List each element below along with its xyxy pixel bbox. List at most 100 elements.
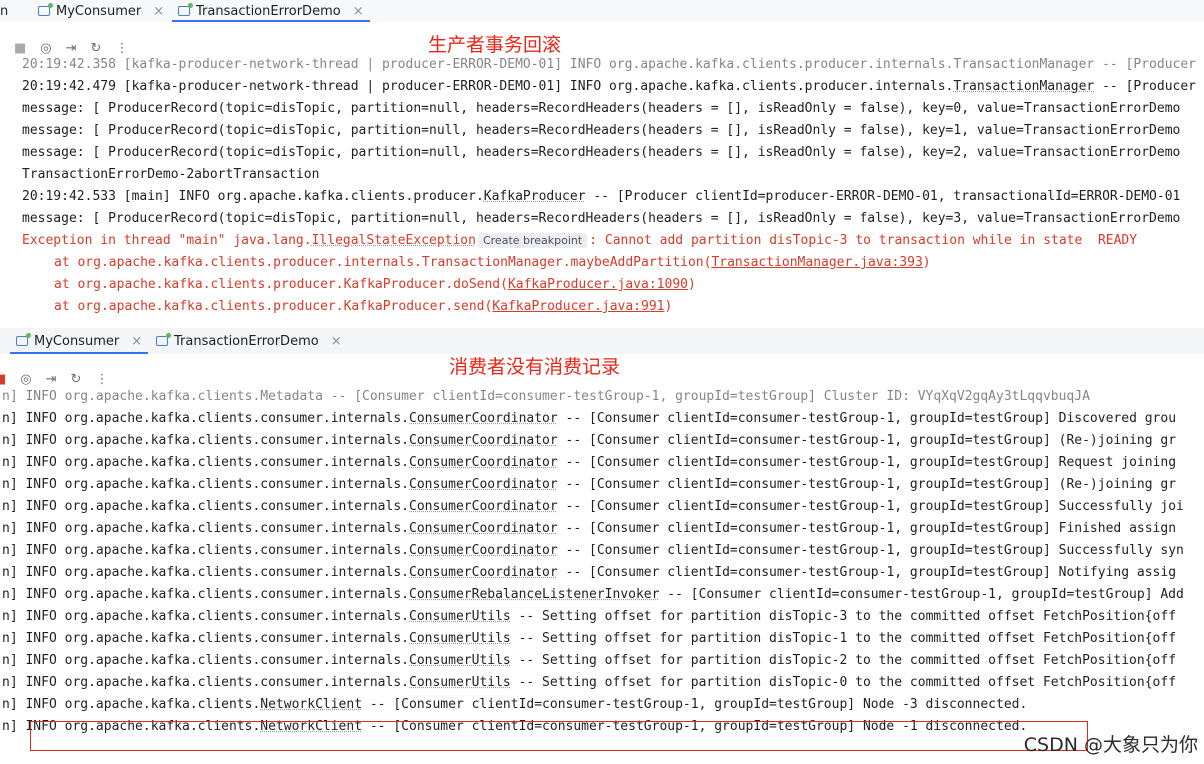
class-link[interactable]: ConsumerUtils (409, 675, 511, 690)
console-line: n] INFO org.apache.kafka.clients.consume… (0, 650, 1204, 672)
close-icon[interactable]: × (353, 4, 364, 19)
class-link[interactable]: ConsumerCoordinator (409, 543, 558, 558)
class-link[interactable]: ConsumerUtils (409, 653, 511, 668)
console-line: n] INFO org.apache.kafka.clients.Metadat… (2, 389, 1090, 404)
consumer-console-panel: MyConsumer × TransactionErrorDemo × ■ ◎ … (0, 328, 1204, 764)
stacktrace-link[interactable]: KafkaProducer.java:1090 (508, 277, 688, 292)
stop-icon[interactable]: ■ (0, 372, 6, 387)
console-line: message: [ ProducerRecord(topic=disTopic… (0, 120, 1204, 142)
class-link[interactable]: ConsumerCoordinator (409, 521, 558, 536)
line-text: at org.apache.kafka.clients.producer.Kaf… (54, 299, 493, 314)
console-line: at org.apache.kafka.clients.producer.Kaf… (0, 274, 1204, 296)
tab-label: MyConsumer (34, 333, 120, 349)
line-text: n] INFO org.apache.kafka.clients.consume… (2, 587, 409, 602)
console-line: TransactionErrorDemo-2abortTransaction (0, 164, 1204, 186)
consumer-console-output: n] INFO org.apache.kafka.clients.Metadat… (0, 386, 1204, 738)
console-line: message: [ ProducerRecord(topic=disTopic… (0, 142, 1204, 164)
class-link[interactable]: ConsumerCoordinator (409, 411, 558, 426)
class-link[interactable]: ConsumerCoordinator (409, 499, 558, 514)
line-text: n] INFO org.apache.kafka.clients.consume… (2, 653, 409, 668)
watermark: CSDN @大象只为你 (1023, 734, 1198, 756)
class-link[interactable]: IllegalStateException (312, 233, 476, 248)
line-text: -- [Consumer clientId=consumer-testGroup… (362, 697, 1028, 712)
tab-label: TransactionErrorDemo (174, 333, 319, 349)
stacktrace-link[interactable]: KafkaProducer.java:991 (492, 299, 664, 314)
tab-myconsumer[interactable]: MyConsumer × (9, 328, 149, 354)
restore-layout-icon[interactable]: ↻ (71, 372, 82, 387)
line-text: n] INFO org.apache.kafka.clients.consume… (2, 675, 409, 690)
line-text: -- Setting offset for partition disTopic… (510, 631, 1177, 646)
console-line: n] INFO org.apache.kafka.clients.consume… (0, 606, 1204, 628)
line-text: -- [Consumer clientId=consumer-testGroup… (557, 411, 1177, 426)
line-text: -- [Consumer clientId=consumer-testGroup… (557, 433, 1177, 448)
line-text: n] INFO org.apache.kafka.clients.consume… (2, 609, 409, 624)
line-text: message: [ ProducerRecord(topic=disTopic… (22, 123, 1181, 138)
line-text: -- [Consumer clientId=consumer-testGroup… (557, 455, 1177, 470)
line-text: -- [Consumer clientId=consumer-testGroup… (557, 521, 1177, 536)
line-text: message: [ ProducerRecord(topic=disTopic… (22, 145, 1181, 160)
line-text: at org.apache.kafka.clients.producer.Kaf… (54, 277, 508, 292)
class-link[interactable]: ConsumerUtils (409, 631, 511, 646)
console-line: n] INFO org.apache.kafka.clients.consume… (0, 496, 1204, 518)
class-link[interactable]: KafkaProducer (484, 189, 586, 204)
line-text: 20:19:42.479 [kafka-producer-network-thr… (22, 79, 954, 94)
line-text: ) (664, 299, 673, 314)
line-text: 20:19:42.533 [main] INFO org.apache.kafk… (22, 189, 484, 204)
console-line: n] INFO org.apache.kafka.clients.Network… (0, 694, 1204, 716)
run-config-icon (178, 3, 193, 16)
class-link[interactable]: TransactionManager (953, 79, 1094, 94)
line-text: -- Setting offset for partition disTopic… (510, 609, 1177, 624)
tab-transactionerrordemo[interactable]: TransactionErrorDemo × (156, 328, 342, 354)
more-icon[interactable]: ⋮ (95, 372, 108, 387)
line-text: n] INFO org.apache.kafka.clients.consume… (2, 477, 409, 492)
line-text: -- [Consumer clientId=consumer-testGroup… (557, 565, 1177, 580)
close-icon[interactable]: × (131, 334, 142, 349)
line-text: Exception in thread "main" java.lang. (22, 233, 312, 248)
class-link[interactable]: ConsumerUtils (409, 609, 511, 624)
line-text: ) (687, 277, 696, 292)
line-text: at org.apache.kafka.clients.producer.int… (54, 255, 712, 270)
line-text: n] INFO org.apache.kafka.clients.consume… (2, 565, 409, 580)
line-text: n] INFO org.apache.kafka.clients.consume… (2, 543, 409, 558)
line-text: ) (922, 255, 931, 270)
console-line: 20:19:42.358 [kafka-producer-network-thr… (22, 57, 1196, 72)
line-text: n] INFO org.apache.kafka.clients.consume… (2, 521, 409, 536)
console-line: message: [ ProducerRecord(topic=disTopic… (0, 98, 1204, 120)
class-link[interactable]: ConsumerCoordinator (409, 565, 558, 580)
run-tab-bar: MyConsumer × TransactionErrorDemo × (0, 328, 1204, 354)
class-link[interactable]: ConsumerCoordinator (409, 433, 558, 448)
tab-myconsumer[interactable]: MyConsumer × (38, 0, 164, 22)
run-tab-bar: n MyConsumer × TransactionErrorDemo × (0, 0, 1204, 22)
class-link[interactable]: ConsumerRebalanceListenerInvoker (409, 587, 659, 602)
line-text: n] INFO org.apache.kafka.clients. (2, 697, 261, 712)
annotation-producer-rollback: 生产者事务回滚 (428, 34, 562, 56)
tab-transactionerrordemo[interactable]: TransactionErrorDemo × (172, 0, 370, 22)
class-link[interactable]: ConsumerCoordinator (409, 477, 558, 492)
close-icon[interactable]: × (331, 334, 342, 349)
class-link[interactable]: ConsumerCoordinator (409, 455, 558, 470)
line-text: n] INFO org.apache.kafka.clients.consume… (2, 499, 409, 514)
line-text: -- [Consumer clientId=consumer-testGroup… (557, 499, 1184, 514)
create-breakpoint-tooltip[interactable]: Create breakpoint (477, 233, 588, 248)
tab-left-fragment[interactable]: n (0, 0, 8, 22)
line-text: -- [Producer clientId=producer-ERROR-DEM… (585, 189, 1181, 204)
class-link[interactable]: NetworkClient (260, 697, 362, 712)
line-text: -- [Consumer clientId=consumer-testGroup… (659, 587, 1184, 602)
close-icon[interactable]: × (153, 4, 164, 19)
line-text: -- Setting offset for partition disTopic… (510, 675, 1177, 690)
line-text: message: [ ProducerRecord(topic=disTopic… (22, 211, 1181, 226)
console-line: at org.apache.kafka.clients.producer.int… (0, 252, 1204, 274)
tab-label: MyConsumer (56, 3, 142, 19)
line-text: -- [Consumer clientId=consumer-testGroup… (557, 477, 1177, 492)
console-line: n] INFO org.apache.kafka.clients.consume… (0, 672, 1204, 694)
console-line: n] INFO org.apache.kafka.clients.consume… (0, 518, 1204, 540)
console-line: n] INFO org.apache.kafka.clients.consume… (0, 562, 1204, 584)
exit-icon[interactable]: ⇥ (46, 372, 57, 387)
annotation-no-consumption: 消费者没有消费记录 (449, 356, 621, 378)
stacktrace-link[interactable]: TransactionManager.java:393 (711, 255, 922, 270)
highlight-box-disconnected (30, 721, 1088, 751)
console-line: n] INFO org.apache.kafka.clients.consume… (0, 584, 1204, 606)
camera-icon[interactable]: ◎ (20, 372, 31, 387)
console-line: n] INFO org.apache.kafka.clients.consume… (0, 408, 1204, 430)
console-line: n] INFO org.apache.kafka.clients.consume… (0, 474, 1204, 496)
